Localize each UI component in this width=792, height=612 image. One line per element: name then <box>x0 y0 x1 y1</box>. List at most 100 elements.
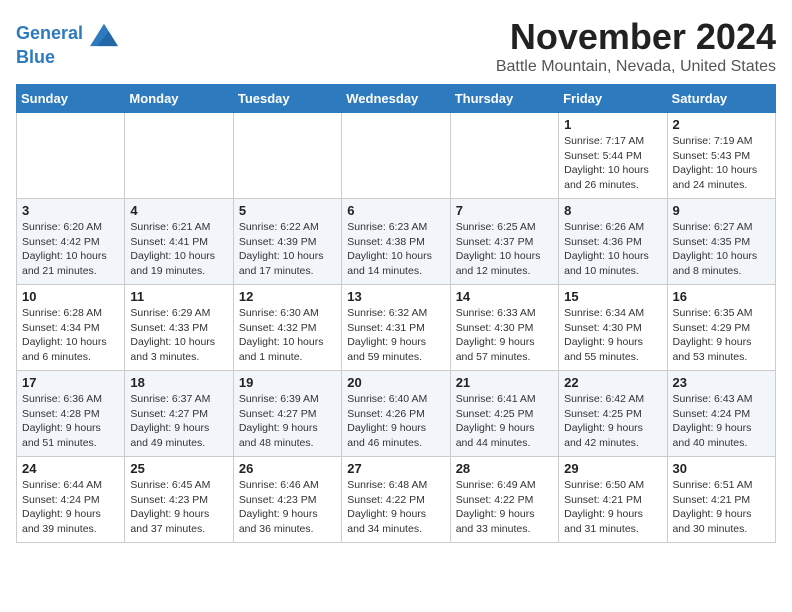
day-info: Sunrise: 6:48 AM Sunset: 4:22 PM Dayligh… <box>347 478 444 537</box>
calendar-cell: 17 Sunrise: 6:36 AM Sunset: 4:28 PM Dayli… <box>17 371 125 457</box>
calendar-cell: 25 Sunrise: 6:45 AM Sunset: 4:23 PM Dayli… <box>125 457 233 543</box>
title-block: November 2024 Battle Mountain, Nevada, U… <box>496 16 776 76</box>
calendar-cell: 4 Sunrise: 6:21 AM Sunset: 4:41 PM Daylig… <box>125 199 233 285</box>
calendar-cell: 29 Sunrise: 6:50 AM Sunset: 4:21 PM Dayli… <box>559 457 667 543</box>
month-title: November 2024 <box>496 16 776 58</box>
day-info: Sunrise: 6:45 AM Sunset: 4:23 PM Dayligh… <box>130 478 227 537</box>
calendar-cell: 6Sunrise: 6:23 AM Sunset: 4:38 PM Daylig… <box>342 199 450 285</box>
weekday-header-friday: Friday <box>559 85 667 113</box>
day-number: 21 <box>456 375 553 390</box>
day-info: Sunrise: 6:42 AM Sunset: 4:25 PM Dayligh… <box>564 392 661 451</box>
logo-blue: Blue <box>16 48 118 68</box>
day-info: Sunrise: 6:49 AM Sunset: 4:22 PM Dayligh… <box>456 478 553 537</box>
day-number: 7 <box>456 203 553 218</box>
day-number: 14 <box>456 289 553 304</box>
calendar-cell: 27 Sunrise: 6:48 AM Sunset: 4:22 PM Dayli… <box>342 457 450 543</box>
calendar-cell: 24Sunrise: 6:44 AM Sunset: 4:24 PM Dayli… <box>17 457 125 543</box>
calendar-cell: 1 Sunrise: 7:17 AM Sunset: 5:44 PM Daylig… <box>559 113 667 199</box>
calendar-cell: 13 Sunrise: 6:32 AM Sunset: 4:31 PM Dayli… <box>342 285 450 371</box>
calendar-cell: 22 Sunrise: 6:42 AM Sunset: 4:25 PM Dayli… <box>559 371 667 457</box>
day-info: Sunrise: 6:43 AM Sunset: 4:24 PM Dayligh… <box>673 392 770 451</box>
week-row-5: 24Sunrise: 6:44 AM Sunset: 4:24 PM Dayli… <box>17 457 776 543</box>
calendar-table: SundayMondayTuesdayWednesdayThursdayFrid… <box>16 84 776 543</box>
calendar-cell: 28 Sunrise: 6:49 AM Sunset: 4:22 PM Dayli… <box>450 457 558 543</box>
calendar-cell: 30 Sunrise: 6:51 AM Sunset: 4:21 PM Dayli… <box>667 457 775 543</box>
day-info: Sunrise: 6:22 AM Sunset: 4:39 PM Dayligh… <box>239 220 336 279</box>
day-number: 11 <box>130 289 227 304</box>
day-number: 29 <box>564 461 661 476</box>
weekday-header-tuesday: Tuesday <box>233 85 341 113</box>
day-number: 25 <box>130 461 227 476</box>
day-info: Sunrise: 6:32 AM Sunset: 4:31 PM Dayligh… <box>347 306 444 365</box>
location: Battle Mountain, Nevada, United States <box>496 58 776 76</box>
day-number: 1 <box>564 117 661 132</box>
day-info: Sunrise: 7:19 AM Sunset: 5:43 PM Dayligh… <box>673 134 770 193</box>
week-row-4: 17 Sunrise: 6:36 AM Sunset: 4:28 PM Dayli… <box>17 371 776 457</box>
day-number: 17 <box>22 375 119 390</box>
calendar-cell <box>125 113 233 199</box>
weekday-header-saturday: Saturday <box>667 85 775 113</box>
calendar-cell <box>450 113 558 199</box>
day-number: 30 <box>673 461 770 476</box>
calendar-cell: 12 Sunrise: 6:30 AM Sunset: 4:32 PM Dayli… <box>233 285 341 371</box>
day-info: Sunrise: 6:27 AM Sunset: 4:35 PM Dayligh… <box>673 220 770 279</box>
day-info: Sunrise: 6:40 AM Sunset: 4:26 PM Dayligh… <box>347 392 444 451</box>
day-number: 13 <box>347 289 444 304</box>
day-info: Sunrise: 6:33 AM Sunset: 4:30 PM Dayligh… <box>456 306 553 365</box>
calendar-cell: 7Sunrise: 6:25 AM Sunset: 4:37 PM Daylig… <box>450 199 558 285</box>
day-number: 15 <box>564 289 661 304</box>
day-number: 24 <box>22 461 119 476</box>
day-info: Sunrise: 6:51 AM Sunset: 4:21 PM Dayligh… <box>673 478 770 537</box>
day-info: Sunrise: 6:20 AM Sunset: 4:42 PM Dayligh… <box>22 220 119 279</box>
day-info: Sunrise: 6:46 AM Sunset: 4:23 PM Dayligh… <box>239 478 336 537</box>
day-number: 12 <box>239 289 336 304</box>
week-row-2: 3 Sunrise: 6:20 AM Sunset: 4:42 PM Daylig… <box>17 199 776 285</box>
calendar-cell: 5 Sunrise: 6:22 AM Sunset: 4:39 PM Daylig… <box>233 199 341 285</box>
weekday-header-wednesday: Wednesday <box>342 85 450 113</box>
calendar-cell: 21Sunrise: 6:41 AM Sunset: 4:25 PM Dayli… <box>450 371 558 457</box>
day-number: 26 <box>239 461 336 476</box>
logo-general: General <box>16 23 83 43</box>
day-info: Sunrise: 6:36 AM Sunset: 4:28 PM Dayligh… <box>22 392 119 451</box>
weekday-header-monday: Monday <box>125 85 233 113</box>
day-number: 20 <box>347 375 444 390</box>
calendar-cell: 10Sunrise: 6:28 AM Sunset: 4:34 PM Dayli… <box>17 285 125 371</box>
day-number: 6 <box>347 203 444 218</box>
day-info: Sunrise: 7:17 AM Sunset: 5:44 PM Dayligh… <box>564 134 661 193</box>
page-header: General Blue November 2024 Battle Mounta… <box>16 16 776 76</box>
day-number: 27 <box>347 461 444 476</box>
day-info: Sunrise: 6:21 AM Sunset: 4:41 PM Dayligh… <box>130 220 227 279</box>
calendar-body: 1 Sunrise: 7:17 AM Sunset: 5:44 PM Daylig… <box>17 113 776 543</box>
day-number: 22 <box>564 375 661 390</box>
week-row-1: 1 Sunrise: 7:17 AM Sunset: 5:44 PM Daylig… <box>17 113 776 199</box>
day-info: Sunrise: 6:50 AM Sunset: 4:21 PM Dayligh… <box>564 478 661 537</box>
calendar-cell <box>17 113 125 199</box>
day-number: 5 <box>239 203 336 218</box>
calendar-cell: 2Sunrise: 7:19 AM Sunset: 5:43 PM Daylig… <box>667 113 775 199</box>
weekday-header-thursday: Thursday <box>450 85 558 113</box>
day-number: 23 <box>673 375 770 390</box>
day-number: 19 <box>239 375 336 390</box>
day-info: Sunrise: 6:39 AM Sunset: 4:27 PM Dayligh… <box>239 392 336 451</box>
day-number: 16 <box>673 289 770 304</box>
day-number: 4 <box>130 203 227 218</box>
day-number: 9 <box>673 203 770 218</box>
calendar-cell: 11Sunrise: 6:29 AM Sunset: 4:33 PM Dayli… <box>125 285 233 371</box>
day-number: 8 <box>564 203 661 218</box>
calendar-cell <box>233 113 341 199</box>
day-info: Sunrise: 6:30 AM Sunset: 4:32 PM Dayligh… <box>239 306 336 365</box>
day-number: 10 <box>22 289 119 304</box>
day-info: Sunrise: 6:34 AM Sunset: 4:30 PM Dayligh… <box>564 306 661 365</box>
logo: General Blue <box>16 20 118 68</box>
day-number: 3 <box>22 203 119 218</box>
calendar-cell: 9 Sunrise: 6:27 AM Sunset: 4:35 PM Daylig… <box>667 199 775 285</box>
calendar-cell: 23 Sunrise: 6:43 AM Sunset: 4:24 PM Dayli… <box>667 371 775 457</box>
calendar-cell: 19 Sunrise: 6:39 AM Sunset: 4:27 PM Dayli… <box>233 371 341 457</box>
day-number: 28 <box>456 461 553 476</box>
calendar-cell: 14 Sunrise: 6:33 AM Sunset: 4:30 PM Dayli… <box>450 285 558 371</box>
calendar-cell: 20 Sunrise: 6:40 AM Sunset: 4:26 PM Dayli… <box>342 371 450 457</box>
calendar-cell: 18Sunrise: 6:37 AM Sunset: 4:27 PM Dayli… <box>125 371 233 457</box>
day-info: Sunrise: 6:26 AM Sunset: 4:36 PM Dayligh… <box>564 220 661 279</box>
calendar-cell <box>342 113 450 199</box>
day-number: 18 <box>130 375 227 390</box>
